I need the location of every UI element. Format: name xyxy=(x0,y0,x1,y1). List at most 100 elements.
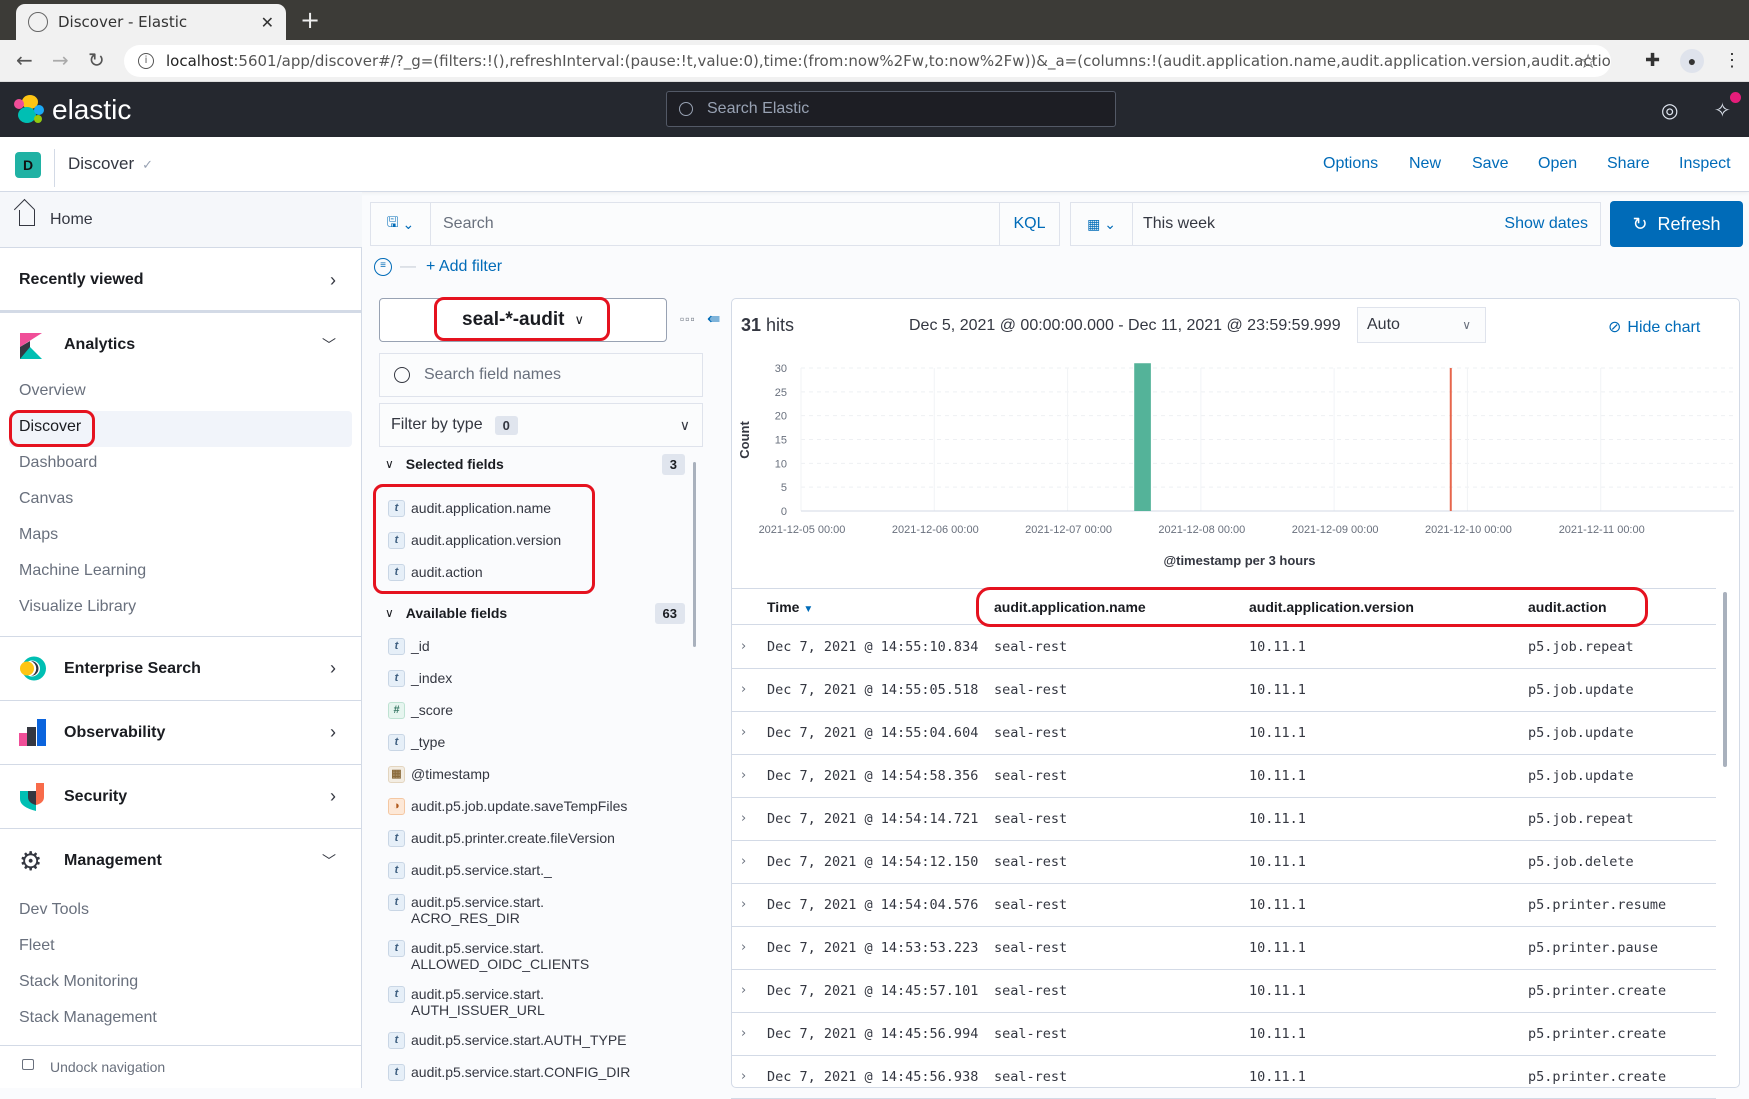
space-avatar[interactable]: D xyxy=(15,152,41,178)
bookmark-star-icon[interactable]: ☆ xyxy=(1579,49,1597,73)
field-item[interactable]: t _index xyxy=(388,670,452,687)
show-dates-button[interactable]: Show dates xyxy=(1504,215,1600,233)
field-item[interactable]: # _score xyxy=(388,702,453,719)
nav-dev-tools[interactable]: Dev Tools xyxy=(19,901,89,919)
table-row[interactable]: › Dec 7, 2021 @ 14:55:05.518 seal-rest 10.1… xyxy=(731,669,1716,712)
nav-recently-viewed[interactable]: Recently viewed › xyxy=(0,248,362,312)
back-icon[interactable]: ← xyxy=(16,48,33,72)
quick-menu-button[interactable]: ▦ ⌄ xyxy=(1071,203,1133,245)
forward-icon[interactable]: → xyxy=(52,48,69,72)
nav-overview[interactable]: Overview xyxy=(19,382,86,400)
nav-management[interactable]: ⚙ Management ﹀ xyxy=(0,829,362,893)
saved-query-button[interactable]: 🖫 ⌄ xyxy=(371,203,431,245)
add-filter-button[interactable]: + Add filter xyxy=(426,258,502,276)
table-row[interactable]: › Dec 7, 2021 @ 14:54:58.356 seal-rest 10.1… xyxy=(731,755,1716,798)
nav-stack-management[interactable]: Stack Management xyxy=(19,1009,157,1027)
field-search-input[interactable]: Search field names xyxy=(379,353,703,397)
expand-row-icon[interactable]: › xyxy=(741,940,746,955)
nav-enterprise-search[interactable]: Enterprise Search › xyxy=(0,637,362,700)
expand-row-icon[interactable]: › xyxy=(741,1069,746,1084)
field-item[interactable]: t audit.p5.printer.create.fileVersion xyxy=(388,830,615,847)
table-row[interactable]: › Dec 7, 2021 @ 14:54:04.576 seal-rest 10.1… xyxy=(731,884,1716,927)
nav-analytics[interactable]: Analytics ﹀ xyxy=(0,313,362,377)
browser-menu-icon[interactable]: ⋮ xyxy=(1723,50,1741,71)
query-search-input[interactable]: Search xyxy=(431,215,999,233)
open-link[interactable]: Open xyxy=(1538,155,1577,173)
share-link[interactable]: Share xyxy=(1607,155,1650,173)
expand-row-icon[interactable]: › xyxy=(741,811,746,826)
elastic-logo[interactable]: elastic xyxy=(14,94,131,126)
field-item[interactable]: ◑ audit.p5.job.update.saveTempFiles xyxy=(388,798,627,815)
help-lifebuoy-icon[interactable]: ◎ xyxy=(1661,98,1678,123)
newsfeed-icon[interactable]: ✧ xyxy=(1714,98,1731,123)
table-row[interactable]: › Dec 7, 2021 @ 14:45:57.101 seal-rest 10.1… xyxy=(731,970,1716,1013)
nav-maps[interactable]: Maps xyxy=(19,526,58,544)
breadcrumb[interactable]: Discover ✓ xyxy=(68,154,153,174)
expand-row-icon[interactable]: › xyxy=(741,1026,746,1041)
close-tab-icon[interactable]: ✕ xyxy=(261,13,274,32)
table-scrollbar[interactable] xyxy=(1723,592,1727,767)
field-item[interactable]: t audit.p5.service.start. ACRO_RES_DIR xyxy=(388,894,544,926)
column-header-time[interactable]: Time ▼ xyxy=(767,599,813,615)
nav-machine-learning[interactable]: Machine Learning xyxy=(19,562,146,580)
expand-row-icon[interactable]: › xyxy=(741,682,746,697)
hide-chart-button[interactable]: ⊘ Hide chart xyxy=(1608,317,1700,337)
table-row[interactable]: › Dec 7, 2021 @ 14:55:10.834 seal-rest 10.1… xyxy=(731,626,1716,669)
index-pattern-options-icon[interactable]: ▫▫▫ xyxy=(680,312,696,326)
undock-navigation[interactable]: Undock navigation xyxy=(0,1046,362,1088)
interval-select[interactable]: Auto ∨ xyxy=(1357,307,1486,343)
profile-avatar-icon[interactable]: ● xyxy=(1680,49,1704,73)
filter-by-type-dropdown[interactable]: Filter by type 0 ∨ xyxy=(379,403,703,447)
global-search-input[interactable]: Search Elastic xyxy=(666,91,1116,127)
field-item[interactable]: t audit.p5.service.start. ALLOWED_OIDC_CLI… xyxy=(388,940,589,972)
sort-desc-icon[interactable]: ▼ xyxy=(803,604,813,615)
field-item[interactable]: ▦ @timestamp xyxy=(388,766,490,783)
options-link[interactable]: Options xyxy=(1323,155,1378,173)
field-item[interactable]: t audit.p5.service.start. AUTH_ISSUER_URL xyxy=(388,986,545,1018)
extensions-icon[interactable]: ✚ xyxy=(1645,50,1660,71)
expand-row-icon[interactable]: › xyxy=(741,725,746,740)
table-row[interactable]: › Dec 7, 2021 @ 14:45:56.938 seal-rest 10.1… xyxy=(731,1056,1716,1099)
field-item[interactable]: t audit.p5.service.start.CONFIG_DIR xyxy=(388,1064,630,1081)
table-row[interactable]: › Dec 7, 2021 @ 14:54:14.721 seal-rest 10.1… xyxy=(731,798,1716,841)
field-item[interactable]: t _id xyxy=(388,638,430,655)
expand-row-icon[interactable]: › xyxy=(741,854,746,869)
table-row[interactable]: › Dec 7, 2021 @ 14:54:12.150 seal-rest 10.1… xyxy=(731,841,1716,884)
expand-row-icon[interactable]: › xyxy=(741,897,746,912)
selected-fields-header[interactable]: ∨ Selected fields 3 xyxy=(385,453,695,475)
url-input[interactable]: i localhost:5601/app/discover#/?_g=(filt… xyxy=(124,45,1611,77)
nav-home[interactable]: Home xyxy=(0,192,362,248)
nav-fleet[interactable]: Fleet xyxy=(19,937,55,955)
table-row[interactable]: › Dec 7, 2021 @ 14:45:56.994 seal-rest 10.1… xyxy=(731,1013,1716,1056)
field-item[interactable]: t audit.p5.service.start.AUTH_TYPE xyxy=(388,1032,627,1049)
table-row[interactable]: › Dec 7, 2021 @ 14:55:04.604 seal-rest 10.1… xyxy=(731,712,1716,755)
new-link[interactable]: New xyxy=(1409,155,1441,173)
browser-tab[interactable]: Discover - Elastic ✕ xyxy=(16,4,286,40)
reload-icon[interactable]: ↻ xyxy=(88,48,105,72)
field-item[interactable]: t audit.p5.service.start._ xyxy=(388,862,552,879)
inspect-link[interactable]: Inspect xyxy=(1679,155,1731,173)
field-item[interactable]: t _type xyxy=(388,734,445,751)
refresh-button[interactable]: ↻ Refresh xyxy=(1610,201,1743,247)
filter-menu-icon[interactable]: ≡ xyxy=(374,258,392,276)
nav-dashboard[interactable]: Dashboard xyxy=(19,454,97,472)
time-picker: ▦ ⌄ This week Show dates xyxy=(1070,202,1601,246)
expand-row-icon[interactable]: › xyxy=(741,983,746,998)
expand-row-icon[interactable]: › xyxy=(741,639,746,654)
nav-canvas[interactable]: Canvas xyxy=(19,490,73,508)
new-tab-button[interactable]: + xyxy=(300,6,320,34)
kql-toggle-button[interactable]: KQL xyxy=(999,203,1059,245)
expand-row-icon[interactable]: › xyxy=(741,768,746,783)
table-row[interactable]: › Dec 7, 2021 @ 14:53:53.223 seal-rest 10.1… xyxy=(731,927,1716,970)
fields-scrollbar[interactable] xyxy=(693,462,696,647)
site-info-icon[interactable]: i xyxy=(138,53,154,69)
annotation-highlight xyxy=(373,484,595,594)
nav-observability[interactable]: Observability › xyxy=(0,701,362,764)
available-fields-header[interactable]: ∨ Available fields 63 xyxy=(385,602,695,624)
nav-visualize-library[interactable]: Visualize Library xyxy=(19,598,136,616)
nav-security[interactable]: Security › xyxy=(0,765,362,828)
collapse-sidebar-icon[interactable]: ⇚ xyxy=(707,309,720,329)
time-range-label[interactable]: This week xyxy=(1133,215,1504,233)
nav-stack-monitoring[interactable]: Stack Monitoring xyxy=(19,973,138,991)
save-link[interactable]: Save xyxy=(1472,155,1508,173)
